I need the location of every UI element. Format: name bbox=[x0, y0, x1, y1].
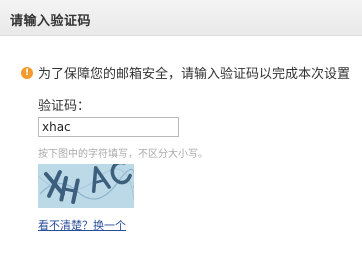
refresh-captcha-row: 看不清楚？换一个 bbox=[38, 217, 126, 233]
captcha-input[interactable] bbox=[38, 117, 179, 137]
captcha-hint: 按下图中的字符填写，不区分大小写。 bbox=[38, 149, 208, 160]
refresh-captcha-link[interactable]: 看不清楚？换一个 bbox=[38, 219, 126, 232]
notice-text: 为了保障您的邮箱安全，请输入验证码以完成本次设置 bbox=[38, 67, 351, 82]
dialog-header: 请输入验证码 bbox=[0, 0, 362, 36]
captcha-image bbox=[38, 164, 134, 208]
captcha-label: 验证码： bbox=[38, 99, 91, 114]
info-icon: ! bbox=[21, 67, 33, 79]
dialog-title: 请输入验证码 bbox=[10, 14, 92, 29]
